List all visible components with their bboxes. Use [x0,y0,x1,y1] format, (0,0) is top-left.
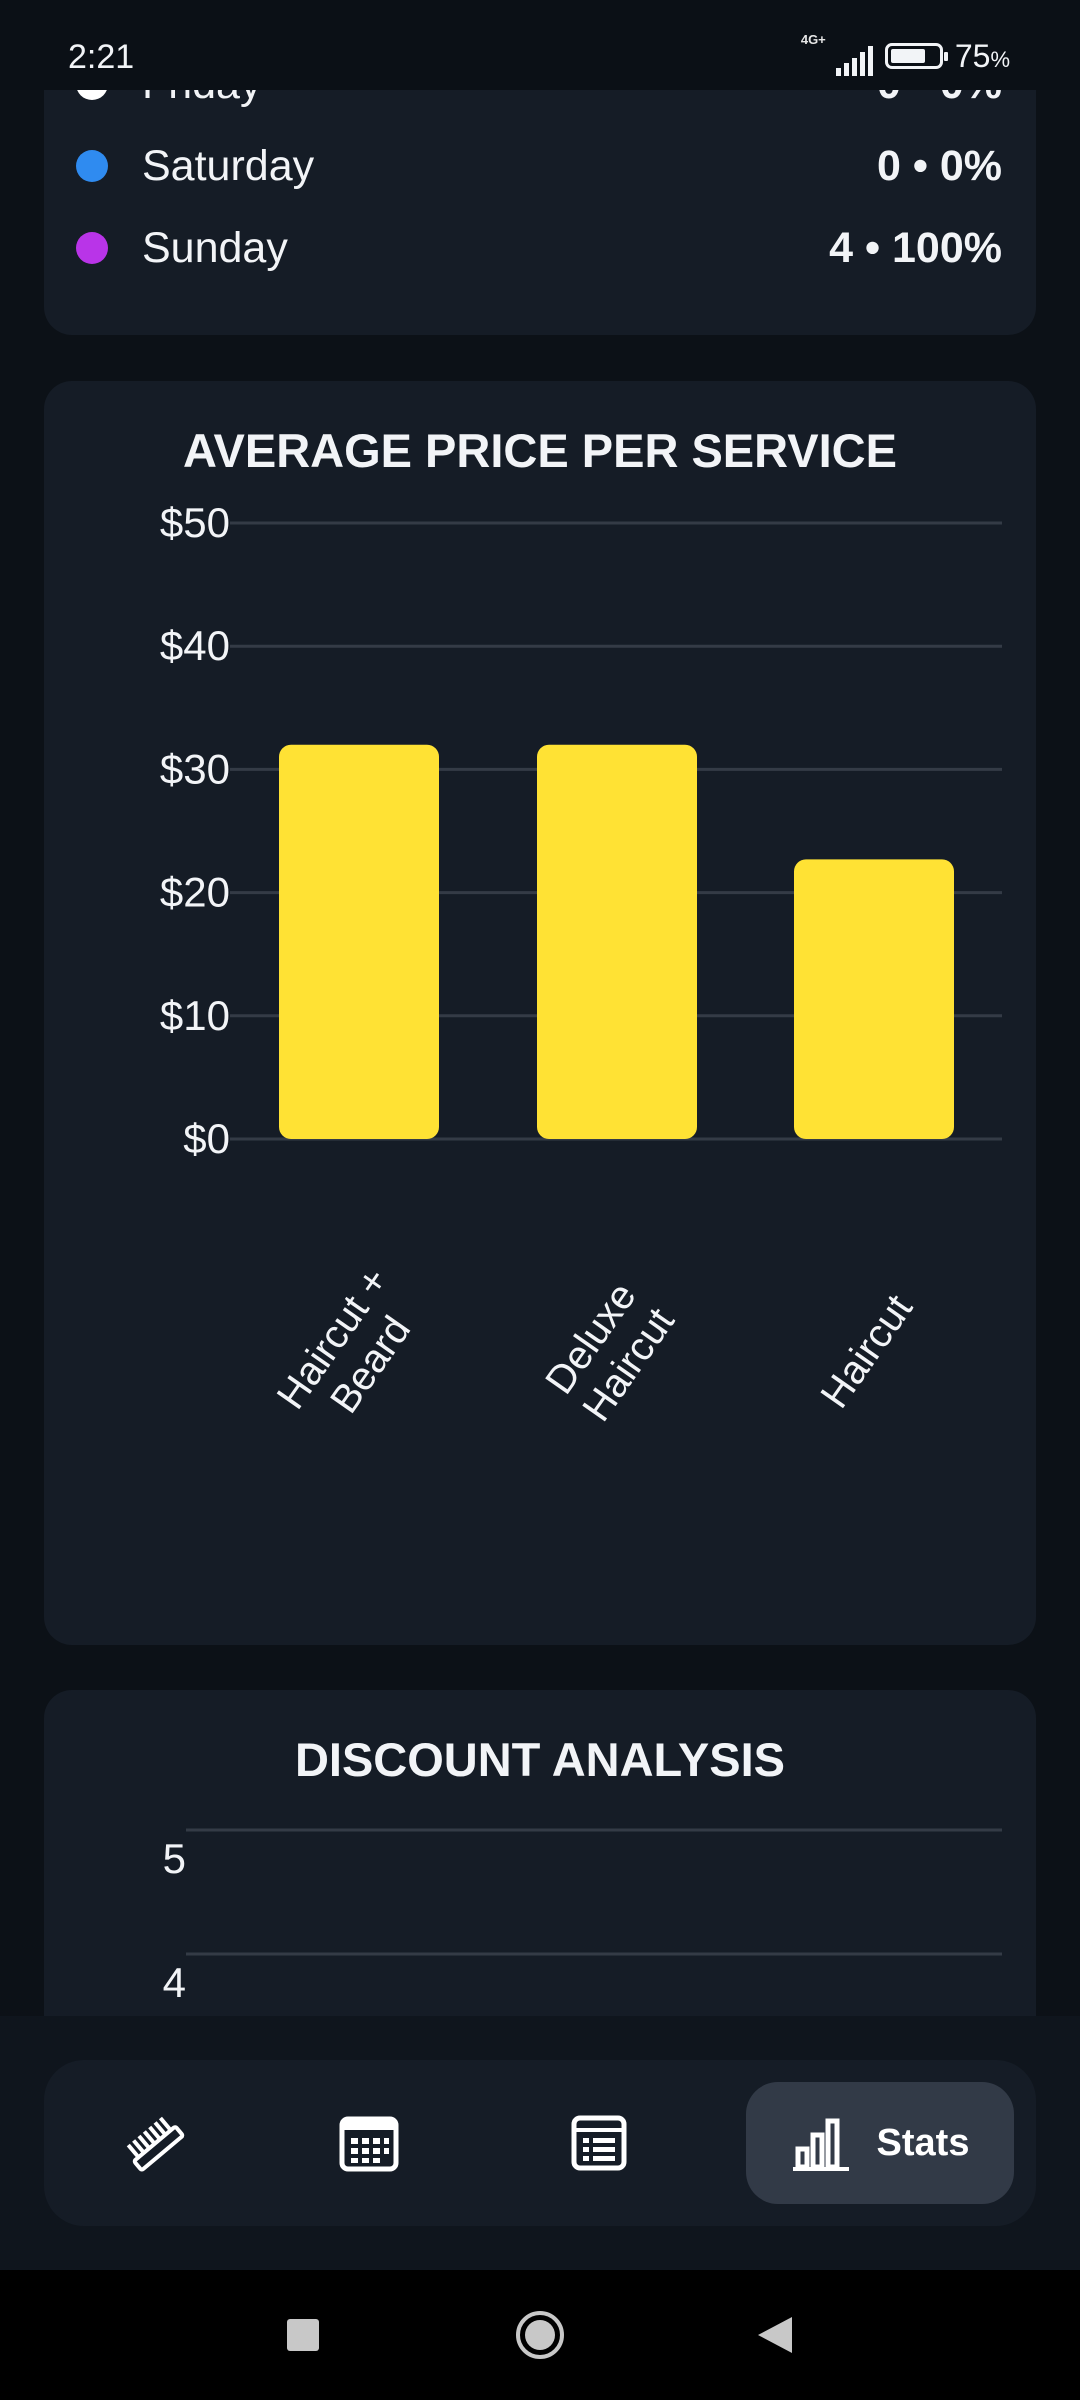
x-tick-label: Haircut [812,1287,921,1416]
receipt-list-icon [571,2115,627,2171]
x-tick-label: DeluxeHaircut [537,1275,683,1430]
system-navigation-bar [0,2270,1080,2400]
y-tick-label: 4 [163,1959,186,2006]
home-button[interactable] [490,2270,590,2400]
legend-dot [76,232,108,264]
legend-value: 0 • 0% [876,141,1002,190]
nav-item-services[interactable] [84,2082,224,2204]
y-tick-label: $50 [160,499,230,546]
y-tick-label: $30 [160,745,230,792]
signal-icon: 4G+ [801,32,873,76]
average-price-card: AVERAGE PRICE PER SERVICE $0 $10 $20 $30 $40… [44,381,1036,1645]
recents-square-icon [287,2319,319,2351]
y-tick-label: 5 [163,1835,186,1882]
status-icons: 4G+ 75% [801,32,1010,76]
y-tick-label: $40 [160,622,230,669]
bar-chart-icon [792,2118,849,2171]
network-type: 4G+ [800,32,826,47]
legend-dot [76,150,108,182]
nav-item-stats[interactable]: Stats [746,2082,1014,2204]
y-tick-label: $10 [160,992,230,1039]
legend-label: Sunday [142,223,288,272]
x-tick-label-line: Haircut [812,1287,921,1416]
legend-value: 4 • 100% [829,223,1002,272]
bar [279,744,439,1139]
nav-item-label: Stats [876,2121,970,2164]
status-bar: 2:21 4G+ 75% [0,0,1080,90]
discount-analysis-chart: 54 [163,1828,1002,2006]
legend-item-sunday: Sunday 4 • 100% [76,218,1002,278]
y-tick-label: $20 [160,869,230,916]
battery-icon [884,43,948,69]
nav-item-calendar[interactable] [299,2082,439,2204]
back-triangle-icon [758,2317,792,2353]
bar [794,859,954,1139]
back-button[interactable] [725,2270,825,2400]
discount-analysis-card: DISCOUNT ANALYSIS 54 [44,1690,1036,2050]
home-circle-icon [516,2311,564,2359]
average-price-chart: $0 $10 $20 $30 $40 $50 Haircut +Beard DeluxeHai… [160,499,1002,1430]
battery-percent: 75% [954,37,1010,74]
y-tick-label: $0 [183,1115,230,1162]
x-tick-label: Haircut +Beard [269,1260,420,1421]
nav-item-receipts[interactable] [529,2082,669,2204]
legend-label: Saturday [142,141,315,190]
bar [537,744,697,1139]
calendar-icon [339,2116,399,2172]
comb-icon [126,2116,185,2172]
legend-item-saturday: Saturday 0 • 0% [76,136,1002,196]
bottom-navigation: Stats [44,2060,1036,2226]
recents-button[interactable] [253,2270,353,2400]
status-time: 2:21 [68,38,135,76]
